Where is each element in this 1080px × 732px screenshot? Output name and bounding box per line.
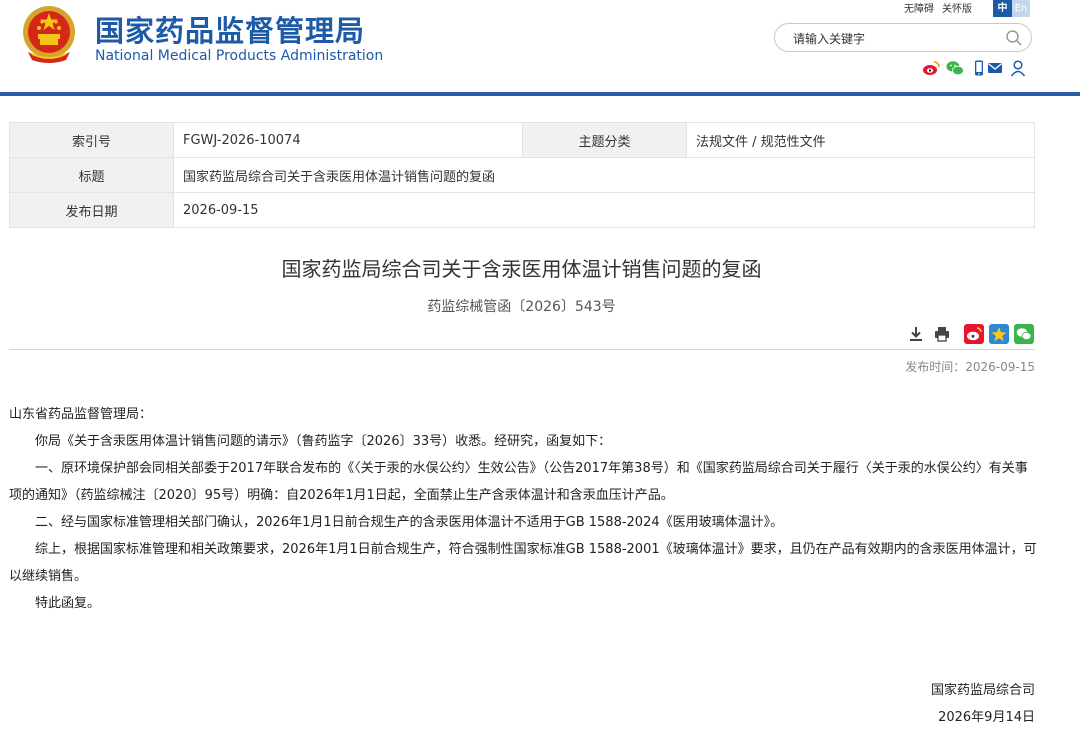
body-paragraph: 一、原环境保护部会同相关部委于2017年联合发布的《〈关于汞的水俣公约〉生效公告…	[9, 461, 1028, 503]
table-row: 索引号 FGWJ-2026-10074 主题分类 法规文件 / 规范性文件	[9, 122, 1035, 158]
download-icon[interactable]	[906, 324, 926, 344]
weibo-icon[interactable]	[922, 59, 940, 77]
publish-time: 发布时间：2026-09-15	[905, 360, 1035, 374]
article-title: 国家药监局综合司关于含汞医用体温计销售问题的复函	[281, 257, 762, 281]
lang-en-button[interactable]: En	[1012, 0, 1030, 17]
search-icon[interactable]	[1005, 29, 1023, 47]
body-paragraph: 特此函复。	[35, 596, 101, 611]
document-info-table: 索引号 FGWJ-2026-10074 主题分类 法规文件 / 规范性文件 标题…	[9, 122, 1035, 228]
category-value: 法规文件 / 规范性文件	[686, 122, 1035, 158]
title-value: 国家药监局综合司关于含汞医用体温计销售问题的复函	[173, 157, 1035, 193]
site-name-cn[interactable]: 国家药品监督管理局	[95, 8, 365, 50]
qzone-share-icon[interactable]	[989, 324, 1009, 344]
index-value: FGWJ-2026-10074	[173, 122, 523, 158]
salutation: 山东省药品监督管理局：	[9, 407, 153, 422]
category-label: 主题分类	[522, 122, 687, 158]
print-icon[interactable]	[932, 324, 952, 344]
user-icon[interactable]	[1009, 59, 1027, 77]
article-body: 山东省药品监督管理局： 你局《关于含汞医用体温计销售问题的请示》（鲁药监字〔20…	[9, 401, 1039, 617]
lang-zh-button[interactable]: 中	[993, 0, 1012, 17]
title-label: 标题	[9, 157, 174, 193]
site-header: 国家药品监督管理局 National Medical Products Admi…	[0, 0, 1080, 92]
elder-mode-link[interactable]: 关怀版	[942, 4, 972, 15]
wechat-icon[interactable]	[946, 59, 964, 77]
date-label: 发布日期	[9, 192, 174, 228]
search-box	[774, 23, 1032, 52]
body-paragraph: 二、经与国家标准管理相关部门确认，2026年1月1日前合规生产的含汞医用体温计不…	[35, 515, 784, 530]
signature-org: 国家药监局综合司	[930, 683, 1035, 698]
index-label: 索引号	[9, 122, 174, 158]
document-number: 药监综械管函〔2026〕543号	[427, 299, 616, 315]
search-input[interactable]	[791, 28, 995, 50]
site-name-en[interactable]: National Medical Products Administration	[95, 48, 383, 64]
table-row: 发布日期 2026-09-15	[9, 192, 1035, 228]
article-divider	[9, 349, 1035, 350]
weibo-share-icon[interactable]	[964, 324, 984, 344]
national-emblem-icon	[23, 6, 75, 63]
top-links: 无障碍 关怀版	[904, 0, 980, 15]
header-divider	[0, 92, 1080, 96]
body-paragraph: 你局《关于含汞医用体温计销售问题的请示》（鲁药监字〔2026〕33号）收悉。经研…	[35, 434, 612, 449]
date-value: 2026-09-15	[173, 192, 1035, 228]
wechat-share-icon[interactable]	[1014, 324, 1034, 344]
table-row: 标题 国家药监局综合司关于含汞医用体温计销售问题的复函	[9, 157, 1035, 193]
signature-date: 2026年9月14日	[938, 710, 1035, 725]
body-paragraph: 综上，根据国家标准管理和相关政策要求，2026年1月1日前合规生产，符合强制性国…	[9, 542, 1037, 584]
mail-icon[interactable]	[986, 59, 1004, 77]
accessibility-link[interactable]: 无障碍	[904, 4, 934, 15]
